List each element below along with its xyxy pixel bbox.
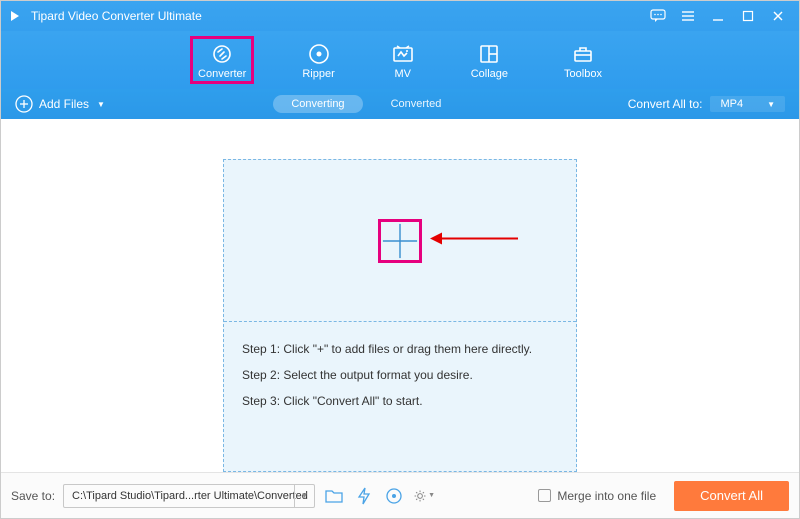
- nav-ripper[interactable]: Ripper: [296, 38, 340, 82]
- plus-circle-icon: [15, 95, 33, 113]
- close-icon[interactable]: [763, 1, 793, 31]
- collage-icon: [477, 42, 501, 66]
- open-folder-icon[interactable]: [323, 485, 345, 507]
- toolbox-icon: [571, 42, 595, 66]
- save-to-label: Save to:: [11, 489, 55, 503]
- add-files-button[interactable]: Add Files ▼: [15, 95, 105, 113]
- bottombar: Save to: C:\Tipard Studio\Tipard...rter …: [1, 472, 799, 518]
- output-format-select[interactable]: MP4 ▼: [710, 96, 785, 112]
- app-window: Tipard Video Converter Ultimate Converte…: [0, 0, 800, 519]
- dropzone-steps: Step 1: Click "+" to add files or drag t…: [224, 322, 576, 432]
- app-title: Tipard Video Converter Ultimate: [31, 9, 202, 23]
- merge-label: Merge into one file: [557, 489, 656, 503]
- ripper-icon: [307, 42, 331, 66]
- convert-all-to-label: Convert All to:: [628, 97, 703, 111]
- nav-label: Ripper: [302, 68, 334, 80]
- plus-icon: [381, 221, 419, 261]
- nav-mv[interactable]: MV: [385, 38, 421, 82]
- output-format-value: MP4: [720, 98, 743, 110]
- dropzone-upper[interactable]: [224, 160, 576, 322]
- save-path-dropdown[interactable]: ▼: [294, 485, 314, 507]
- annotation-arrow-icon: [430, 228, 520, 253]
- mv-icon: [391, 42, 415, 66]
- dropzone[interactable]: Step 1: Click "+" to add files or drag t…: [223, 159, 577, 472]
- main-nav: Converter Ripper MV Collage Toolbox: [1, 31, 799, 89]
- chevron-down-icon: ▼: [767, 100, 775, 109]
- add-files-big-button[interactable]: [378, 219, 422, 263]
- convert-all-to: Convert All to: MP4 ▼: [628, 96, 785, 112]
- nav-label: Collage: [471, 68, 508, 80]
- titlebar: Tipard Video Converter Ultimate: [1, 1, 799, 31]
- save-path[interactable]: C:\Tipard Studio\Tipard...rter Ultimate\…: [64, 490, 294, 502]
- convert-all-button[interactable]: Convert All: [674, 481, 789, 511]
- settings-icon[interactable]: ▼: [413, 485, 435, 507]
- app-logo-icon: [7, 8, 23, 24]
- step-3: Step 3: Click "Convert All" to start.: [242, 388, 558, 414]
- step-2: Step 2: Select the output format you des…: [242, 362, 558, 388]
- add-files-label: Add Files: [39, 97, 89, 111]
- step-1: Step 1: Click "+" to add files or drag t…: [242, 336, 558, 362]
- nav-label: MV: [394, 68, 411, 80]
- nav-label: Toolbox: [564, 68, 602, 80]
- nav-converter[interactable]: Converter: [192, 38, 252, 82]
- hardware-accel-icon[interactable]: [353, 485, 375, 507]
- maximize-icon[interactable]: [733, 1, 763, 31]
- converter-icon: [210, 42, 234, 66]
- minimize-icon[interactable]: [703, 1, 733, 31]
- checkbox-icon: [538, 489, 551, 502]
- save-path-box: C:\Tipard Studio\Tipard...rter Ultimate\…: [63, 484, 315, 508]
- menu-icon[interactable]: [673, 1, 703, 31]
- toolbar: Add Files ▼ Converting Converted Convert…: [1, 89, 799, 119]
- high-speed-icon[interactable]: [383, 485, 405, 507]
- chevron-down-icon: ▼: [428, 492, 435, 499]
- tab-converted[interactable]: Converted: [373, 95, 460, 113]
- nav-collage[interactable]: Collage: [465, 38, 514, 82]
- tab-converting[interactable]: Converting: [273, 95, 362, 113]
- feedback-icon[interactable]: [643, 1, 673, 31]
- nav-label: Converter: [198, 68, 246, 80]
- merge-checkbox[interactable]: Merge into one file: [538, 489, 656, 503]
- main-area: Step 1: Click "+" to add files or drag t…: [1, 119, 799, 472]
- nav-toolbox[interactable]: Toolbox: [558, 38, 608, 82]
- chevron-down-icon: ▼: [97, 100, 105, 109]
